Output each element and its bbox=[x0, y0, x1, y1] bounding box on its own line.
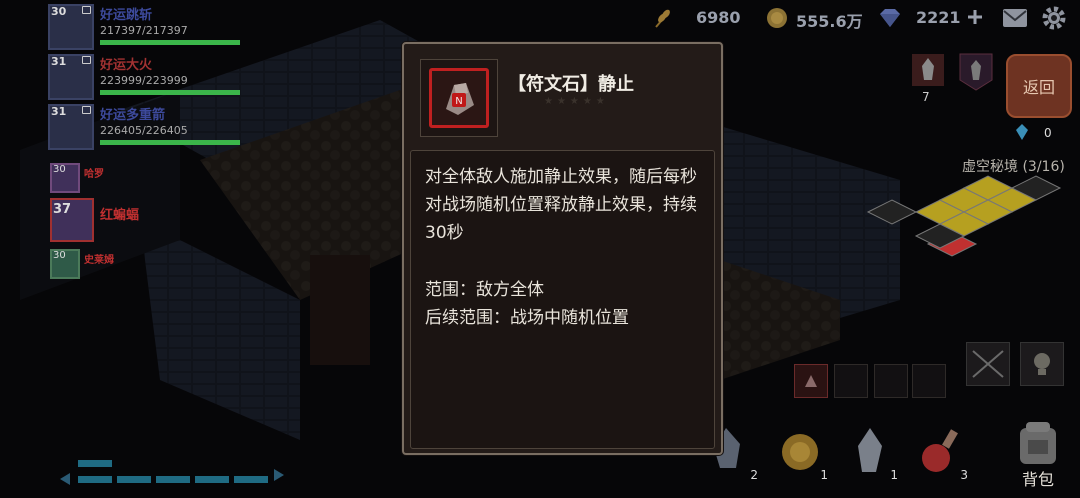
item-description: 对全体敌人施加静止效果，随后每秒对战场随机位置释放静止效果，持续30秒 bbox=[425, 167, 697, 243]
diamond-count: 2221 bbox=[916, 8, 961, 27]
rarity-stars: ★★★★★ bbox=[544, 96, 609, 107]
dungeon-minimap[interactable] bbox=[866, 172, 1070, 268]
inventory-item[interactable]: 3 bbox=[906, 418, 970, 482]
arrow-left-icon bbox=[60, 473, 70, 485]
page-indicator bbox=[156, 476, 190, 483]
item-tooltip[interactable]: N 【符文石】静止 ★★★★★ 对全体敌人施加静止效果，随后每秒对战场随机位置释… bbox=[402, 42, 723, 455]
lock-icon bbox=[82, 56, 91, 64]
level-label: 30 bbox=[53, 250, 66, 261]
bag-label: 背包 bbox=[1021, 470, 1054, 489]
hp-text: 223999/223999 bbox=[100, 74, 188, 87]
lightbulb-icon bbox=[1034, 353, 1050, 375]
lock-icon bbox=[82, 106, 91, 114]
enemy-name: 红蝙蝠 bbox=[100, 208, 140, 223]
inventory-item[interactable]: 1 bbox=[766, 418, 830, 482]
rune-slot[interactable] bbox=[834, 364, 868, 398]
tower-count: 7 bbox=[922, 90, 930, 104]
wheat-resource: 6980 bbox=[652, 6, 742, 30]
level-label: 31 bbox=[51, 105, 67, 118]
rune-stone-graphic: N bbox=[446, 83, 474, 115]
arrow-right-icon bbox=[274, 469, 284, 481]
page-left-arrow[interactable] bbox=[60, 470, 70, 485]
wheat-count: 6980 bbox=[696, 8, 741, 27]
item-count: 1 bbox=[890, 468, 898, 482]
page-indicator bbox=[117, 476, 151, 483]
diamond-icon bbox=[880, 9, 900, 27]
gold-count: 555.6万 bbox=[796, 12, 863, 31]
mail-icon bbox=[1003, 9, 1027, 27]
level-label: 30 bbox=[53, 164, 66, 175]
crystal-icon bbox=[1016, 124, 1028, 140]
lock-icon bbox=[82, 6, 91, 14]
crossed-swords-button[interactable] bbox=[966, 342, 1010, 386]
hp-text: 217397/217397 bbox=[100, 24, 188, 37]
level-label: 31 bbox=[51, 55, 67, 68]
bag-button[interactable]: 背包 bbox=[1006, 420, 1070, 490]
hp-bar bbox=[100, 90, 240, 95]
follow-range-text: 后续范围：战场中随机位置 bbox=[425, 308, 629, 328]
item-icon-frame: N bbox=[420, 59, 498, 137]
item-title: 【符文石】静止 bbox=[508, 74, 634, 95]
hp-text: 226405/226405 bbox=[100, 124, 188, 137]
settings-button[interactable] bbox=[1042, 6, 1066, 30]
page-indicator bbox=[78, 476, 112, 483]
hero-name: 好运大火 bbox=[100, 58, 153, 73]
gold-resource: 555.6万 bbox=[766, 6, 876, 31]
hp-bar bbox=[100, 140, 240, 145]
party-member[interactable]: 30 好运跳斩 217397/217397 bbox=[48, 4, 248, 52]
level-label: 37 bbox=[53, 202, 72, 217]
tower-icon bbox=[912, 54, 944, 86]
party-member[interactable]: 31 好运大火 223999/223999 bbox=[48, 54, 248, 102]
tower-button[interactable] bbox=[910, 52, 946, 88]
rune-slot[interactable] bbox=[912, 364, 946, 398]
hero-name: 好运多重箭 bbox=[100, 108, 166, 123]
rune-icon bbox=[805, 375, 817, 387]
range-text: 范围：敌方全体 bbox=[425, 280, 544, 300]
level-label: 30 bbox=[51, 5, 67, 18]
crystal-count: 0 bbox=[1044, 126, 1052, 140]
return-button[interactable]: 返回 bbox=[1006, 54, 1072, 118]
page-right-arrow[interactable] bbox=[274, 466, 284, 481]
shield-icon bbox=[959, 53, 993, 91]
rune-stone-icon: N bbox=[429, 68, 489, 128]
party-member[interactable]: 31 好运多重箭 226405/226405 bbox=[48, 104, 248, 152]
gear-icon bbox=[1042, 6, 1066, 30]
item-count: 1 bbox=[820, 468, 828, 482]
enemy-name: 哈罗 bbox=[84, 169, 104, 180]
page-indicator bbox=[195, 476, 229, 483]
hero-name: 好运跳斩 bbox=[100, 8, 153, 23]
enemy-name: 史莱姆 bbox=[84, 255, 114, 266]
rune-letter: N bbox=[455, 96, 462, 107]
plus-icon bbox=[968, 10, 982, 24]
swords-icon bbox=[972, 350, 1004, 378]
page-indicator bbox=[234, 476, 268, 483]
inventory-item[interactable]: 1 bbox=[836, 418, 900, 482]
item-count: 2 bbox=[750, 468, 758, 482]
wheat-icon bbox=[655, 9, 670, 28]
coin-icon bbox=[767, 8, 787, 28]
add-diamond-button[interactable] bbox=[966, 8, 984, 26]
hint-button[interactable] bbox=[1020, 342, 1064, 386]
backpack-icon bbox=[1020, 422, 1056, 464]
description-panel: 对全体敌人施加静止效果，随后每秒对战场随机位置释放静止效果，持续30秒 范围：敌… bbox=[410, 150, 715, 449]
page-indicator bbox=[78, 460, 112, 467]
rune-slot[interactable] bbox=[794, 364, 828, 398]
hp-bar bbox=[100, 40, 240, 45]
shield-button[interactable] bbox=[958, 52, 994, 92]
rune-slot[interactable] bbox=[874, 364, 908, 398]
mail-button[interactable] bbox=[1002, 8, 1028, 28]
item-count: 3 bbox=[960, 468, 968, 482]
